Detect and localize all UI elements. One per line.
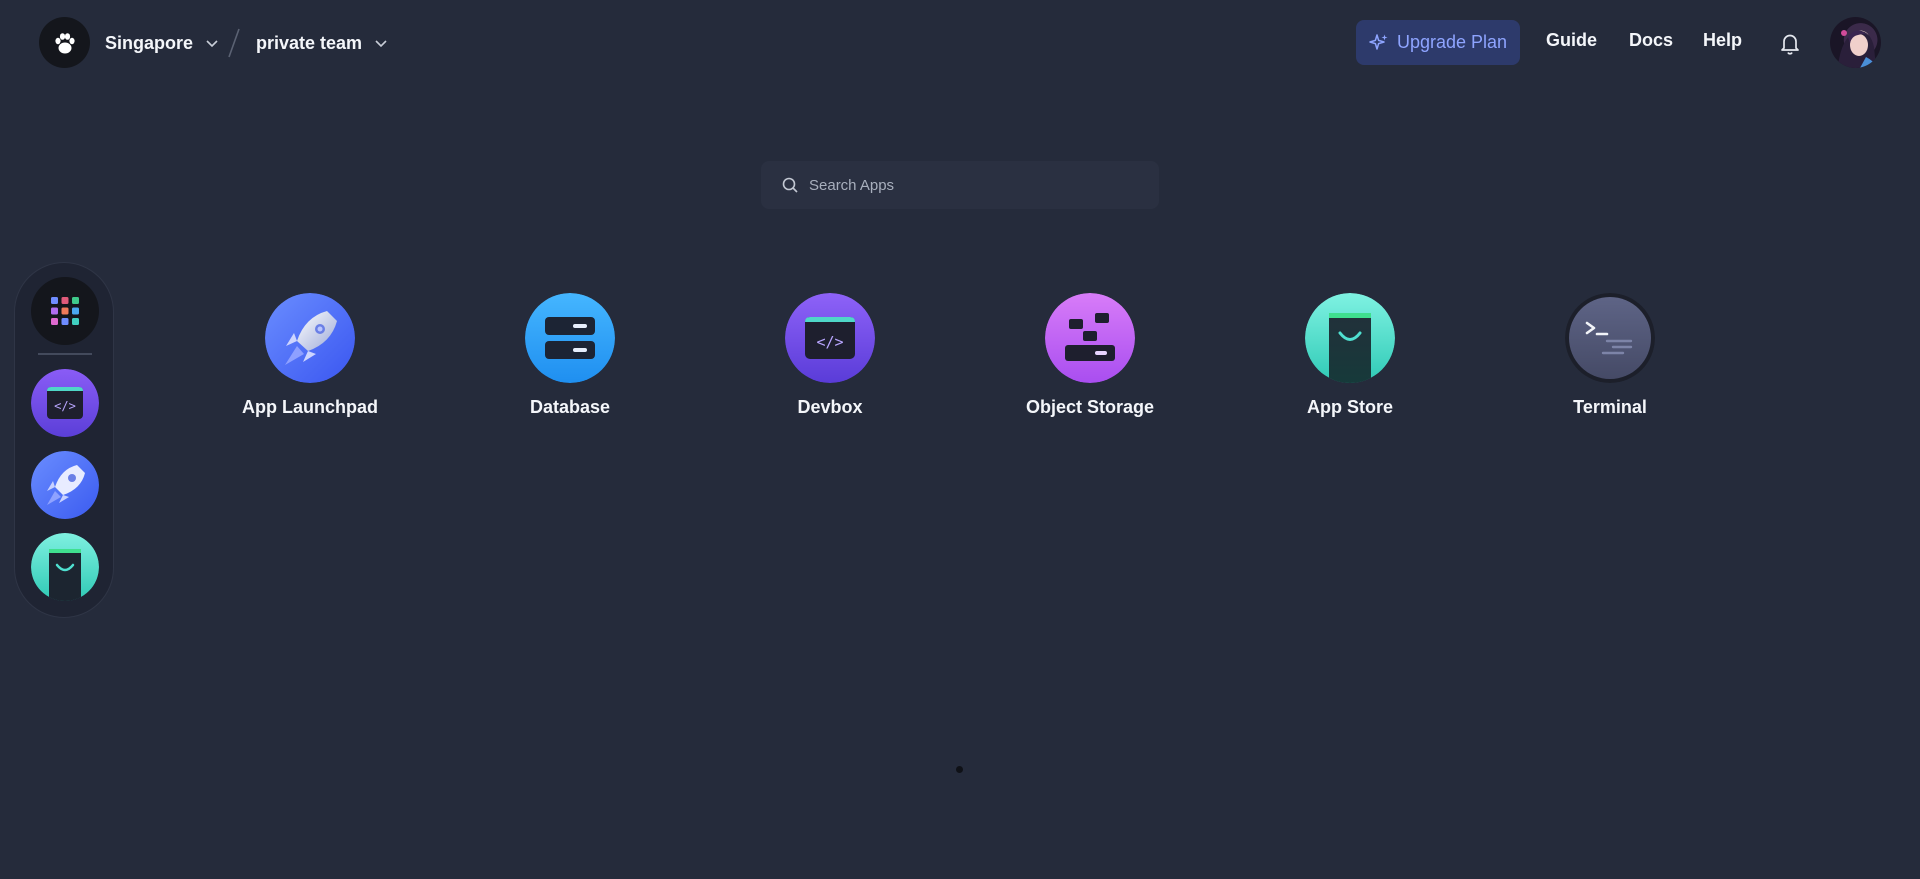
user-avatar[interactable]	[1830, 17, 1881, 68]
search-icon	[782, 177, 798, 193]
dock-app-store-icon[interactable]	[31, 533, 99, 601]
chevron-down-icon	[375, 40, 387, 48]
app-label: Devbox	[797, 397, 863, 417]
paw-logo-icon[interactable]	[39, 17, 90, 68]
svg-text:</>: </>	[816, 333, 843, 351]
shopping-bag-icon	[1305, 293, 1395, 383]
sparkle-icon	[1369, 33, 1388, 50]
upgrade-plan-label: Upgrade Plan	[1396, 32, 1508, 52]
code-box-icon: </>	[785, 293, 875, 383]
svg-text:</>: </>	[54, 399, 76, 413]
app-store-tile[interactable]: App Store	[1260, 293, 1440, 418]
team-selector[interactable]: private team	[256, 30, 388, 56]
app-label: Terminal	[1573, 397, 1647, 417]
bell-icon[interactable]	[1777, 30, 1803, 56]
app-label: App Launchpad	[242, 397, 378, 417]
app-label: Database	[529, 397, 611, 417]
search-bar[interactable]	[761, 161, 1159, 209]
app-dock: </>	[14, 262, 114, 618]
chevron-down-icon	[206, 40, 218, 48]
dock-launchpad-icon[interactable]	[31, 451, 99, 519]
search-input[interactable]	[809, 176, 1149, 194]
help-link[interactable]: Help	[1703, 30, 1742, 51]
database-icon	[525, 293, 615, 383]
dock-apps-grid-icon[interactable]	[31, 277, 99, 345]
dock-devbox-icon[interactable]: </>	[31, 369, 99, 437]
breadcrumb-separator	[228, 28, 240, 58]
app-database-tile[interactable]: Database	[480, 293, 660, 418]
upgrade-plan-button[interactable]: Upgrade Plan	[1356, 20, 1520, 65]
storage-icon	[1045, 293, 1135, 383]
app-label: App Store	[1306, 397, 1393, 417]
rocket-icon	[265, 293, 355, 383]
docs-link[interactable]: Docs	[1629, 30, 1673, 51]
app-object-storage-tile[interactable]: Object Storage	[1000, 293, 1180, 418]
team-label: private team	[256, 32, 363, 53]
app-launchpad-tile[interactable]: App Launchpad	[220, 293, 400, 418]
terminal-icon	[1565, 293, 1655, 383]
app-label: Object Storage	[1025, 397, 1155, 417]
pagination-dot[interactable]	[956, 766, 963, 773]
app-devbox-tile[interactable]: </> Devbox	[740, 293, 920, 418]
region-selector[interactable]: Singapore	[105, 30, 219, 56]
app-terminal-tile[interactable]: Terminal	[1520, 293, 1700, 418]
guide-link[interactable]: Guide	[1546, 30, 1597, 51]
top-bar: Singapore private team Upgrade Plan Guid…	[0, 0, 1920, 86]
region-label: Singapore	[105, 32, 194, 53]
dock-divider	[38, 353, 92, 355]
